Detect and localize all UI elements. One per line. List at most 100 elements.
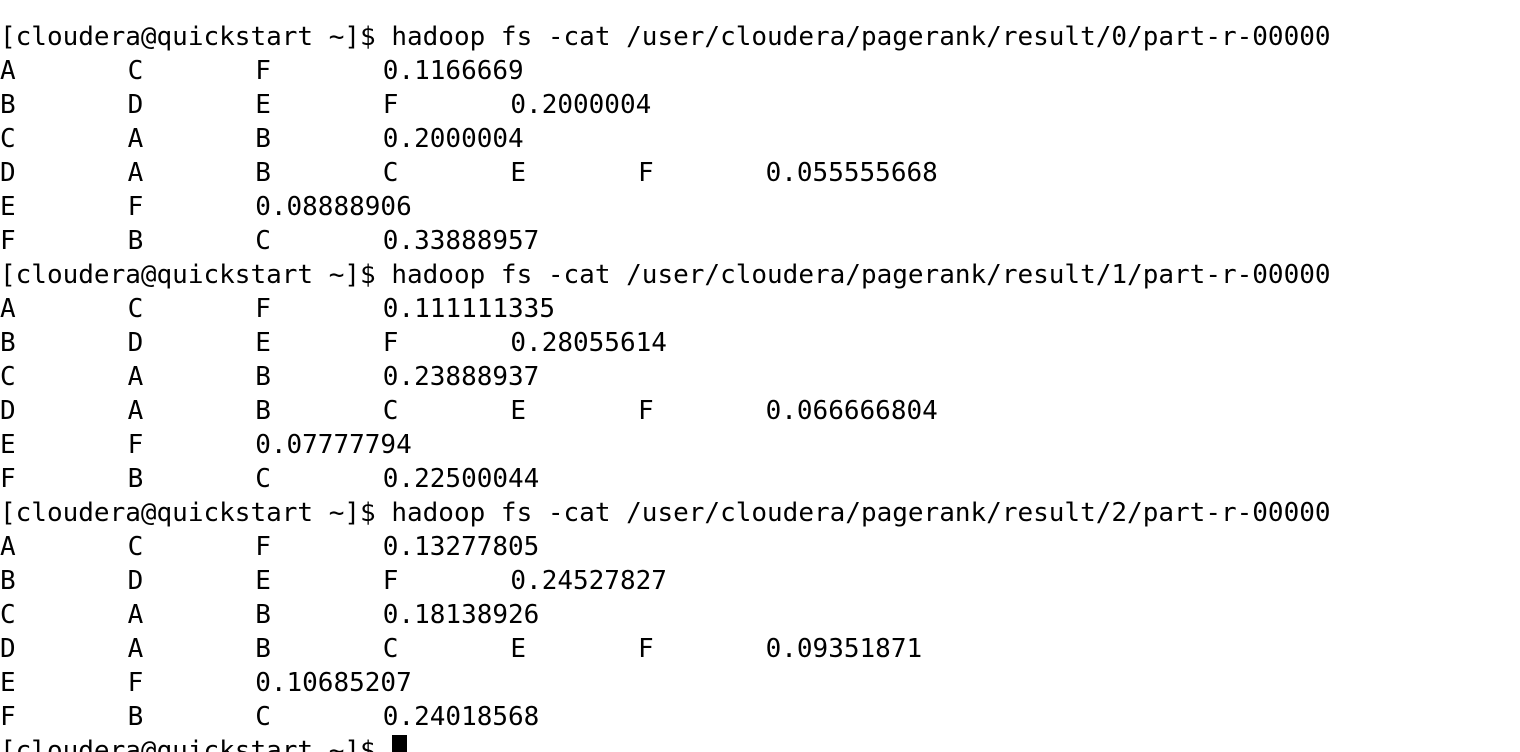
node-cell: B — [255, 362, 271, 392]
node-cell: F — [0, 226, 16, 256]
node-cell: A — [127, 396, 144, 426]
node-cell: B — [255, 600, 271, 630]
current-prompt-line[interactable]: [cloudera@quickstart ~]$ — [0, 734, 407, 752]
node-cell: C — [0, 362, 16, 392]
output-row: B D E F 0.24527827 — [0, 564, 667, 598]
node-cell: E — [510, 634, 527, 664]
node-cell: F — [638, 396, 654, 426]
scrolled-off-line — [0, 0, 94, 20]
output-row: F B C 0.24018568 — [0, 700, 539, 734]
rank-value: 0.066666804 — [765, 396, 938, 426]
node-cell: A — [127, 634, 144, 664]
rank-value: 0.111111335 — [382, 294, 555, 324]
output-row: A C F 0.13277805 — [0, 530, 539, 564]
rank-value: 0.24018568 — [382, 702, 540, 732]
node-cell: F — [382, 90, 399, 120]
node-cell: F — [127, 668, 144, 698]
output-row: B D E F 0.28055614 — [0, 326, 667, 360]
node-cell: C — [382, 158, 399, 188]
command-line: [cloudera@quickstart ~]$ hadoop fs -cat … — [0, 496, 1331, 530]
rank-value: 0.18138926 — [382, 600, 540, 630]
text-cursor[interactable] — [391, 735, 407, 752]
node-cell: A — [0, 294, 16, 324]
node-cell: C — [127, 532, 144, 562]
rank-value: 0.22500044 — [382, 464, 540, 494]
output-row: E F 0.10685207 — [0, 666, 412, 700]
output-row: C A B 0.18138926 — [0, 598, 539, 632]
shell-prompt: [cloudera@quickstart ~]$ — [0, 736, 376, 752]
node-cell: B — [0, 90, 16, 120]
node-cell: C — [255, 226, 271, 256]
command-line: [cloudera@quickstart ~]$ hadoop fs -cat … — [0, 20, 1331, 54]
node-cell: E — [0, 430, 16, 460]
rank-value: 0.24527827 — [510, 566, 667, 596]
node-cell: D — [127, 328, 144, 358]
rank-value: 0.2000004 — [382, 124, 524, 154]
command-text: hadoop fs -cat /user/cloudera/pagerank/r… — [391, 22, 1331, 52]
node-cell: F — [638, 634, 654, 664]
node-cell: F — [382, 566, 399, 596]
terminal-output: [cloudera@quickstart ~]$ hadoop fs -cat … — [0, 0, 1331, 752]
node-cell: F — [0, 464, 16, 494]
node-cell: C — [127, 294, 144, 324]
node-cell: D — [0, 158, 16, 188]
node-cell: C — [0, 600, 16, 630]
node-cell: E — [255, 328, 271, 358]
rank-value: 0.33888957 — [382, 226, 540, 256]
output-row: A C F 0.1166669 — [0, 54, 524, 88]
rank-value: 0.08888906 — [255, 192, 412, 222]
node-cell: F — [382, 328, 399, 358]
shell-prompt: [cloudera@quickstart ~]$ — [0, 22, 376, 52]
node-cell: C — [255, 702, 271, 732]
node-cell: B — [0, 328, 16, 358]
node-cell: F — [127, 192, 144, 222]
output-row: F B C 0.33888957 — [0, 224, 539, 258]
node-cell: B — [255, 396, 271, 426]
node-cell: E — [0, 192, 16, 222]
node-cell: B — [255, 124, 271, 154]
command-text: hadoop fs -cat /user/cloudera/pagerank/r… — [391, 260, 1331, 290]
node-cell: A — [127, 158, 144, 188]
node-cell: B — [0, 566, 16, 596]
rank-value: 0.23888937 — [382, 362, 540, 392]
node-cell: F — [255, 532, 271, 562]
node-cell: B — [127, 226, 144, 256]
node-cell: F — [255, 56, 271, 86]
rank-value: 0.09351871 — [765, 634, 923, 664]
output-row: D A B C E F 0.066666804 — [0, 394, 938, 428]
node-cell: B — [255, 634, 271, 664]
node-cell: F — [255, 294, 271, 324]
output-row: D A B C E F 0.055555668 — [0, 156, 938, 190]
terminal-window[interactable]: [cloudera@quickstart ~]$ hadoop fs -cat … — [0, 0, 1520, 752]
node-cell: E — [510, 396, 527, 426]
node-cell: B — [127, 464, 144, 494]
node-cell: D — [127, 90, 144, 120]
node-cell: E — [255, 90, 271, 120]
shell-prompt: [cloudera@quickstart ~]$ — [0, 260, 376, 290]
command-line: [cloudera@quickstart ~]$ hadoop fs -cat … — [0, 258, 1331, 292]
command-text: hadoop fs -cat /user/cloudera/pagerank/r… — [391, 498, 1331, 528]
output-row: E F 0.07777794 — [0, 428, 412, 462]
output-row: C A B 0.23888937 — [0, 360, 539, 394]
rank-value: 0.10685207 — [255, 668, 412, 698]
rank-value: 0.13277805 — [382, 532, 540, 562]
node-cell: B — [127, 702, 144, 732]
node-cell: E — [255, 566, 271, 596]
rank-value: 0.2000004 — [510, 90, 652, 120]
output-row: D A B C E F 0.09351871 — [0, 632, 922, 666]
node-cell: D — [0, 396, 16, 426]
node-cell: A — [127, 362, 144, 392]
output-row: F B C 0.22500044 — [0, 462, 539, 496]
node-cell: A — [0, 532, 16, 562]
rank-value: 0.07777794 — [255, 430, 412, 460]
node-cell: C — [382, 634, 399, 664]
node-cell: B — [255, 158, 271, 188]
node-cell: D — [0, 634, 16, 664]
node-cell: F — [127, 430, 144, 460]
output-row: C A B 0.2000004 — [0, 122, 524, 156]
node-cell: A — [127, 124, 144, 154]
rank-value: 0.28055614 — [510, 328, 667, 358]
node-cell: C — [0, 124, 16, 154]
output-row: A C F 0.111111335 — [0, 292, 555, 326]
output-row: B D E F 0.2000004 — [0, 88, 651, 122]
